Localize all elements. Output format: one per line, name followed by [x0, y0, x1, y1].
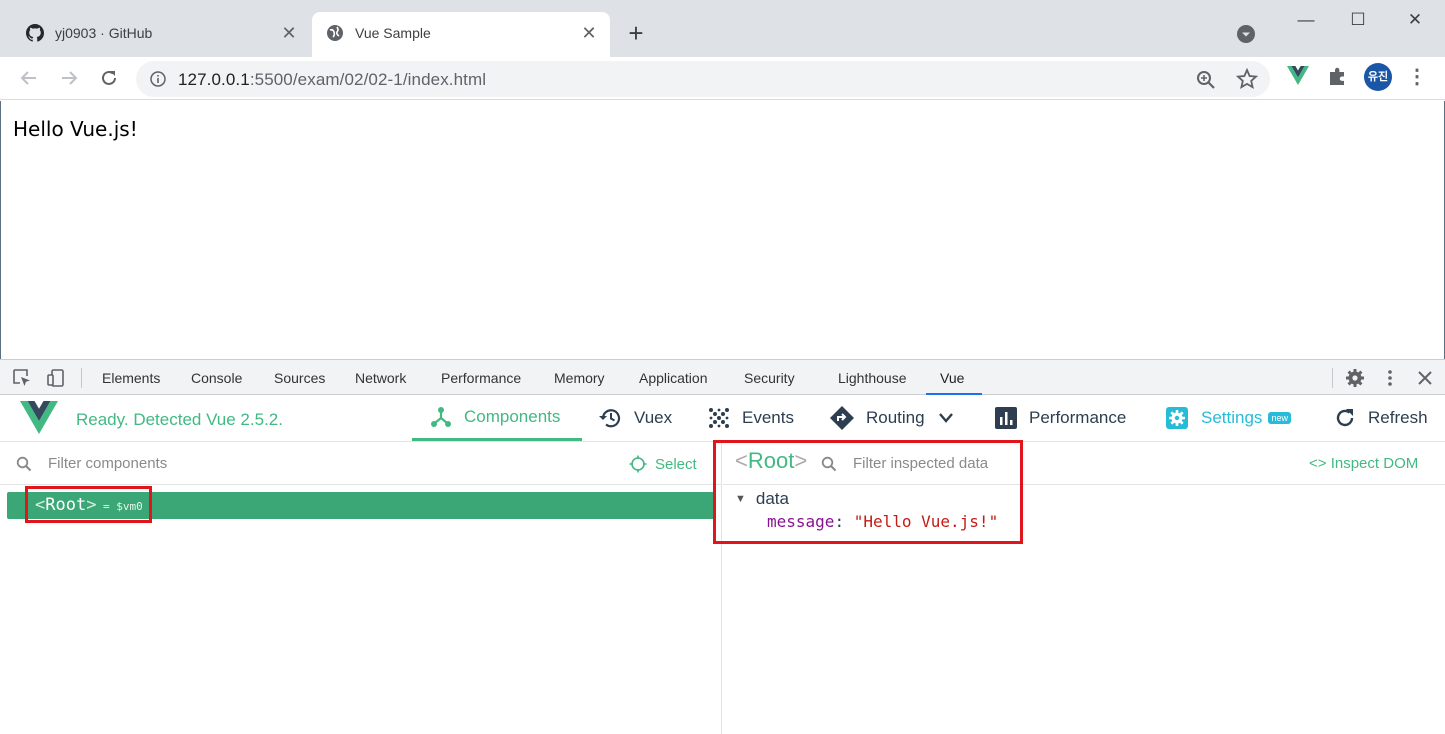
vue-devtools-extension-icon[interactable]	[1287, 66, 1309, 86]
vue-devtools-header: Ready. Detected Vue 2.5.2. Components Vu…	[0, 395, 1445, 442]
tab-label: Vuex	[634, 408, 673, 427]
devtools-tab-vue[interactable]: Vue	[940, 370, 964, 386]
bookmark-star-icon[interactable]	[1236, 68, 1258, 90]
events-dots-icon	[709, 408, 729, 428]
chevron-down-icon	[938, 413, 953, 423]
device-toolbar-icon[interactable]	[46, 368, 66, 388]
select-component-button[interactable]: Select	[629, 454, 697, 474]
forward-button[interactable]	[54, 63, 84, 93]
page-message: Hello Vue.js!	[13, 117, 138, 141]
vue-tab-routing[interactable]: Routing	[830, 395, 965, 441]
zoom-icon[interactable]	[1196, 70, 1216, 90]
new-badge: new	[1268, 412, 1291, 424]
minimize-button[interactable]: —	[1294, 8, 1318, 32]
routing-icon	[830, 406, 854, 430]
info-icon[interactable]	[150, 71, 166, 87]
devtools-tab-memory[interactable]: Memory	[554, 370, 605, 386]
highlight-box	[25, 486, 152, 523]
select-label: Select	[655, 455, 697, 473]
vue-tab-performance[interactable]: Performance	[995, 395, 1126, 441]
browser-toolbar: 127.0.0.1:5500/exam/02/02-1/index.html	[0, 57, 1445, 100]
inspector-pane: <Root> Filter inspected data <> Inspect …	[713, 440, 1445, 734]
globe-icon	[327, 25, 343, 41]
code-brackets-icon: <>	[1309, 455, 1327, 472]
devtools-tab-sources[interactable]: Sources	[274, 370, 325, 386]
github-icon	[26, 24, 44, 42]
reload-button[interactable]	[94, 63, 124, 93]
vue-tab-vuex[interactable]: Vuex	[598, 395, 672, 441]
browser-tabstrip: yj0903 · GitHub ✕ Vue Sample ✕ + — ☐ ✕	[0, 0, 1445, 57]
component-tree-pane: Filter components Select <Root> = $vm0	[0, 442, 722, 734]
refresh-icon	[1336, 409, 1354, 427]
gear-icon[interactable]	[1345, 368, 1365, 388]
devtools-tab-security[interactable]: Security	[744, 370, 795, 386]
more-options-icon[interactable]	[1380, 368, 1400, 388]
browser-tab-github[interactable]: yj0903 · GitHub ✕	[12, 12, 310, 57]
vue-tab-components[interactable]: Components	[412, 395, 582, 441]
toolbar-divider	[1332, 368, 1333, 388]
tab-title: yj0903 · GitHub	[55, 25, 153, 41]
address-bar[interactable]: 127.0.0.1:5500/exam/02/02-1/index.html	[136, 61, 1270, 97]
url-text: 127.0.0.1:5500/exam/02/02-1/index.html	[178, 70, 487, 89]
component-filter-row: Filter components Select	[0, 442, 722, 485]
tab-label: Routing	[866, 408, 925, 427]
tab-label: Components	[464, 406, 561, 426]
tab-label: Performance	[1029, 408, 1127, 427]
back-button[interactable]	[14, 63, 44, 93]
devtools-tab-elements[interactable]: Elements	[102, 370, 160, 386]
window-close-button[interactable]: ✕	[1403, 8, 1427, 32]
profile-avatar[interactable]: 유진	[1364, 63, 1392, 91]
devtools-tab-network[interactable]: Network	[355, 370, 406, 386]
maximize-button[interactable]: ☐	[1346, 8, 1370, 32]
vue-refresh-button[interactable]: Refresh	[1334, 395, 1428, 441]
vue-detected-status: Ready. Detected Vue 2.5.2.	[76, 410, 283, 429]
devtools-tab-console[interactable]: Console	[191, 370, 242, 386]
devtools-tabbar: Elements Console Sources Network Perform…	[0, 359, 1445, 395]
components-icon	[431, 406, 451, 427]
tab-label: Refresh	[1368, 408, 1428, 427]
bar-chart-icon	[995, 407, 1017, 429]
tab-label: Settings	[1201, 408, 1263, 427]
arrow-right-icon	[62, 71, 78, 85]
devtools-tab-application[interactable]: Application	[639, 370, 708, 386]
browser-tab-vue-sample[interactable]: Vue Sample ✕	[312, 12, 610, 57]
vue-tab-events[interactable]: Events	[708, 395, 794, 441]
tab-title: Vue Sample	[355, 25, 431, 41]
close-devtools-icon[interactable]	[1415, 368, 1435, 388]
vue-logo-icon	[20, 401, 58, 434]
close-tab-icon[interactable]: ✕	[278, 22, 300, 44]
inspect-element-icon[interactable]	[12, 368, 32, 388]
vue-tab-settings[interactable]: Settings new	[1165, 395, 1291, 441]
toolbar-divider	[81, 368, 82, 388]
extensions-puzzle-icon[interactable]	[1327, 65, 1349, 87]
filter-components-input[interactable]: Filter components	[48, 455, 167, 472]
tab-search-icon[interactable]	[1236, 24, 1256, 44]
search-icon	[16, 456, 32, 472]
highlight-box	[713, 440, 1023, 544]
close-tab-icon[interactable]: ✕	[578, 22, 600, 44]
reload-icon	[102, 70, 116, 85]
browser-menu-icon[interactable]: ⋮	[1406, 64, 1428, 90]
devtools-tab-lighthouse[interactable]: Lighthouse	[838, 370, 907, 386]
inspect-dom-button[interactable]: <> Inspect DOM	[1309, 455, 1418, 472]
arrow-left-icon	[20, 71, 36, 85]
settings-gear-icon	[1166, 407, 1188, 429]
new-tab-button[interactable]: +	[622, 20, 650, 48]
page-viewport: Hello Vue.js!	[0, 101, 1445, 359]
devtools-tab-performance[interactable]: Performance	[441, 370, 521, 386]
tab-label: Events	[742, 408, 794, 427]
history-icon	[599, 409, 621, 428]
crosshair-icon	[629, 455, 647, 473]
